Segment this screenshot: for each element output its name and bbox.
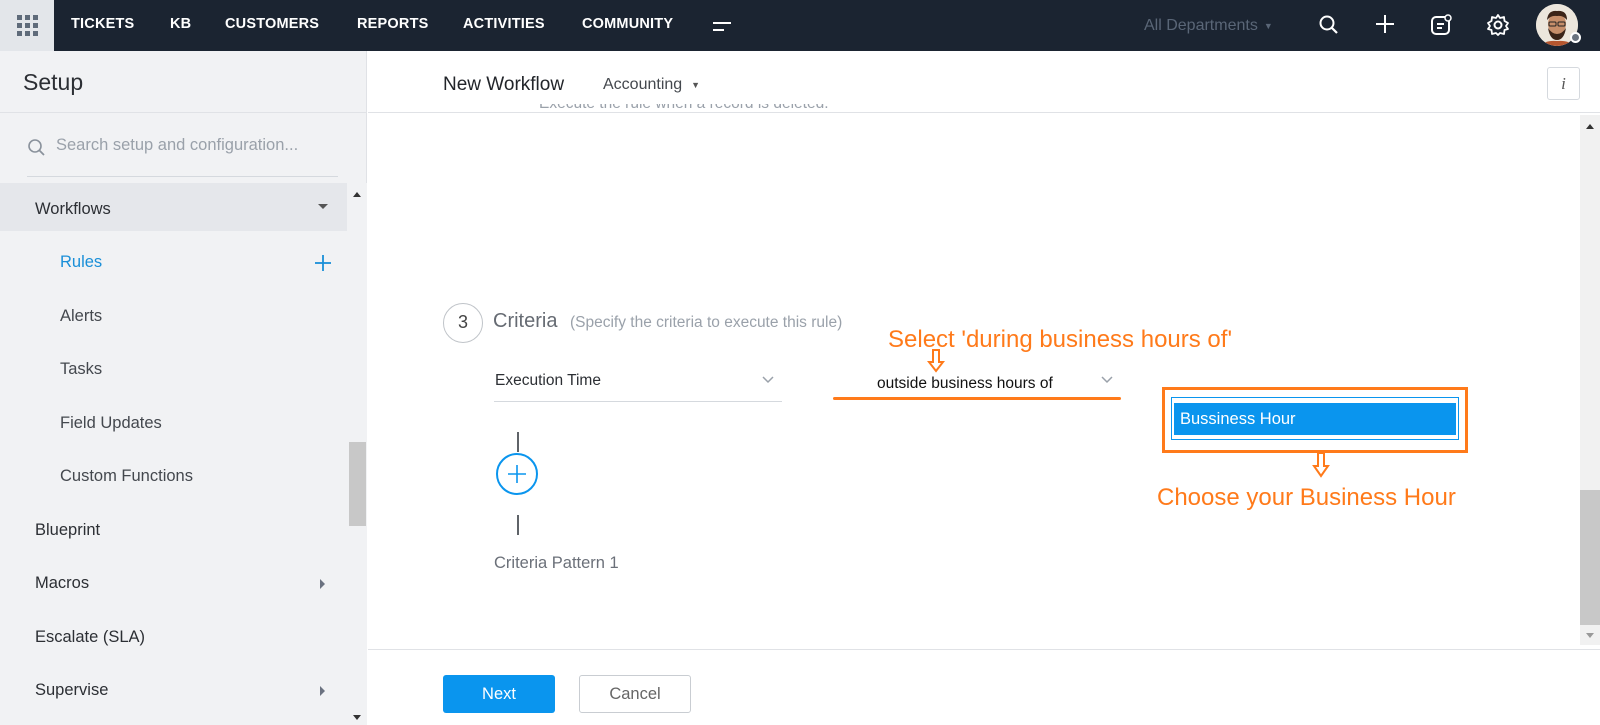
content-scrollbar-thumb[interactable] bbox=[1580, 490, 1600, 625]
search-icon bbox=[28, 139, 45, 156]
sidebar-item-tasks[interactable]: Tasks bbox=[60, 360, 102, 379]
sidebar-item-escalate-sla[interactable]: Escalate (SLA) bbox=[35, 628, 145, 647]
annotation-arrow-down-icon bbox=[1312, 452, 1330, 478]
search-placeholder: Search setup and configuration... bbox=[56, 136, 299, 154]
department-selector[interactable]: All Departments ▼ bbox=[1144, 17, 1273, 35]
notes-icon[interactable] bbox=[1428, 12, 1454, 38]
sidebar-item-rules[interactable]: Rules bbox=[60, 253, 102, 272]
event-description: Execute the rule when a record is delete… bbox=[539, 104, 829, 114]
chevron-down-icon: ▼ bbox=[1263, 20, 1273, 31]
info-button[interactable]: i bbox=[1547, 67, 1580, 100]
app-launcher-button[interactable] bbox=[0, 0, 54, 51]
criteria-pattern-label: Criteria Pattern 1 bbox=[494, 554, 619, 572]
search-icon[interactable] bbox=[1316, 12, 1342, 38]
sidebar-item-field-updates[interactable]: Field Updates bbox=[60, 414, 162, 433]
chevron-down-icon bbox=[762, 376, 774, 384]
chevron-right-icon bbox=[320, 686, 325, 696]
chevron-down-icon: ▼ bbox=[691, 79, 701, 90]
connector-line bbox=[517, 515, 519, 535]
department-label: All Departments bbox=[1144, 17, 1258, 34]
more-menu-icon[interactable] bbox=[709, 13, 735, 39]
page-title: Setup bbox=[23, 69, 84, 95]
scroll-down-icon[interactable] bbox=[352, 714, 362, 722]
nav-activities[interactable]: ACTIVITIES bbox=[463, 16, 545, 32]
criteria-condition-select[interactable]: outside business hours of bbox=[833, 362, 1121, 402]
grid-icon bbox=[16, 15, 38, 36]
add-criteria-button[interactable] bbox=[496, 453, 538, 495]
business-hour-value[interactable]: Bussiness Hour bbox=[1174, 403, 1456, 435]
scroll-down-icon[interactable] bbox=[1585, 632, 1595, 640]
workflow-department-selector[interactable]: Accounting ▼ bbox=[603, 76, 700, 94]
plus-icon bbox=[508, 465, 526, 483]
sidebar-scrollbar-thumb[interactable] bbox=[349, 442, 366, 526]
chevron-down-icon bbox=[318, 204, 328, 209]
scroll-up-icon[interactable] bbox=[352, 190, 362, 198]
criteria-title: Criteria bbox=[493, 310, 558, 332]
status-indicator bbox=[1570, 32, 1581, 43]
add-icon[interactable] bbox=[1372, 11, 1398, 37]
annotation-choose-hint: Choose your Business Hour bbox=[1157, 484, 1456, 511]
nav-kb[interactable]: KB bbox=[170, 16, 191, 32]
scroll-up-icon[interactable] bbox=[1585, 122, 1595, 130]
cancel-button[interactable]: Cancel bbox=[579, 675, 691, 713]
sidebar-item-label: Workflows bbox=[35, 200, 111, 218]
nav-community[interactable]: COMMUNITY bbox=[582, 16, 673, 32]
sidebar-item-blueprint[interactable]: Blueprint bbox=[35, 521, 100, 540]
next-button[interactable]: Next bbox=[443, 675, 555, 713]
nav-tickets[interactable]: TICKETS bbox=[71, 16, 134, 32]
search-input[interactable]: Search setup and configuration... bbox=[27, 132, 338, 177]
sidebar-item-alerts[interactable]: Alerts bbox=[60, 307, 102, 326]
connector-line bbox=[517, 432, 519, 452]
sidebar-item-macros[interactable]: Macros bbox=[35, 574, 89, 593]
workflow-title: New Workflow bbox=[443, 74, 565, 95]
criteria-description: (Specify the criteria to execute this ru… bbox=[570, 314, 843, 331]
add-rule-icon[interactable] bbox=[314, 254, 332, 272]
sidebar-item-supervise[interactable]: Supervise bbox=[35, 681, 108, 700]
nav-customers[interactable]: CUSTOMERS bbox=[225, 16, 319, 32]
chevron-right-icon bbox=[320, 579, 325, 589]
annotation-underline bbox=[833, 397, 1121, 400]
criteria-condition-value: outside business hours of bbox=[877, 375, 1053, 392]
gear-icon[interactable] bbox=[1485, 12, 1511, 38]
nav-reports[interactable]: REPORTS bbox=[357, 16, 429, 32]
sidebar-item-custom-functions[interactable]: Custom Functions bbox=[60, 467, 193, 486]
chevron-down-icon bbox=[1101, 376, 1113, 384]
criteria-field-value: Execution Time bbox=[495, 372, 601, 389]
department-label: Accounting bbox=[603, 76, 683, 93]
step-number: 3 bbox=[443, 303, 483, 343]
criteria-field-select[interactable]: Execution Time bbox=[494, 362, 782, 402]
